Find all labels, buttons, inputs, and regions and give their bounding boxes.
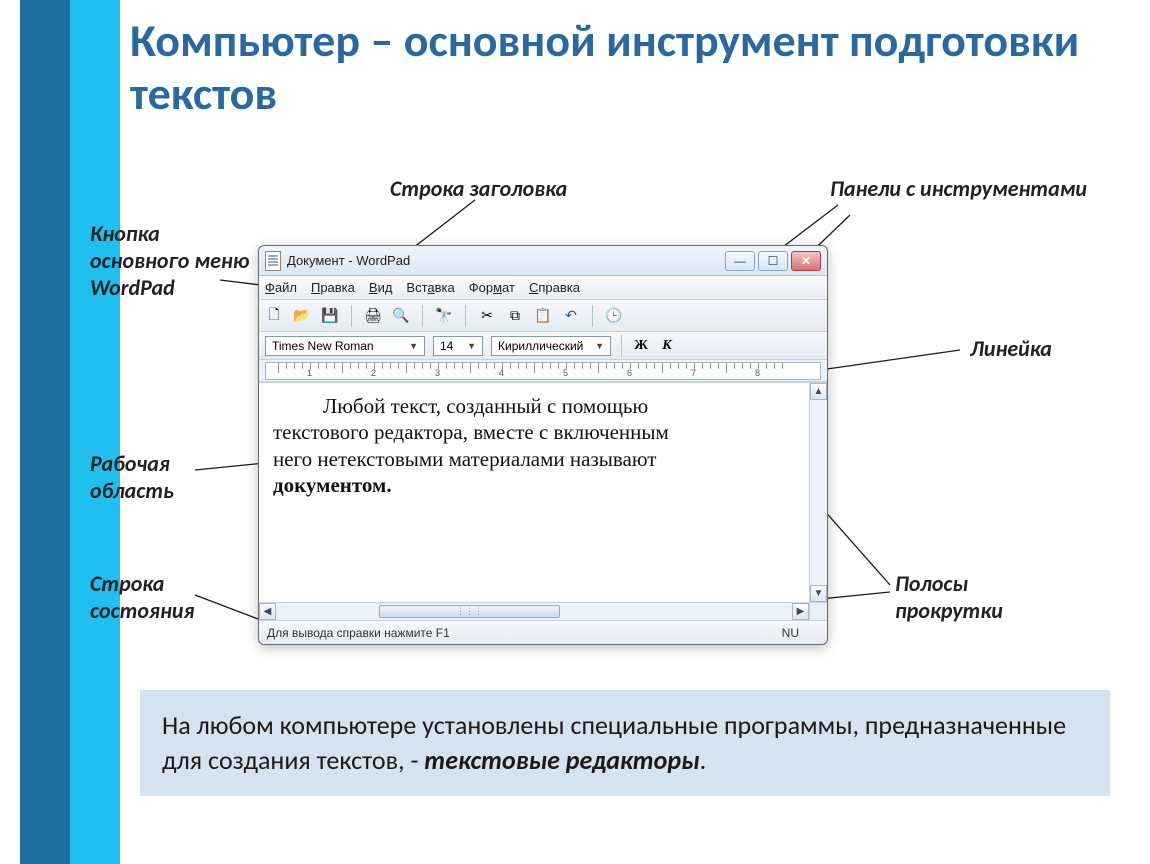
menu-format[interactable]: Формат [469, 280, 515, 295]
standard-toolbar: 🗋 📂 💾 🖨 🔍 🔭 ✂ ⧉ 📋 ↶ 🕒 [259, 300, 827, 332]
scroll-corner [809, 603, 827, 620]
bold-button[interactable]: Ж [632, 337, 650, 355]
new-file-icon[interactable]: 🗋 [265, 307, 283, 325]
script-select[interactable]: Кириллический ▼ [491, 336, 611, 356]
ruler-number: 7 [691, 368, 696, 378]
ruler[interactable]: 1 2 3 4 5 6 7 8 [265, 362, 821, 380]
vscroll-track[interactable] [810, 400, 827, 585]
menu-bar: Файл Правка Вид Вставка Формат Справка [259, 276, 827, 300]
menu-insert-label: вка [435, 280, 455, 295]
vertical-scrollbar[interactable]: ▲ ▼ [809, 383, 827, 602]
copy-icon[interactable]: ⧉ [506, 307, 524, 325]
chevron-down-icon: ▼ [595, 341, 604, 351]
status-bar: Для вывода справки нажмите F1 NU [259, 620, 827, 644]
menu-insert[interactable]: Вставка [406, 280, 454, 295]
menu-file-label: айл [275, 280, 297, 295]
hscroll-track[interactable]: ⋮⋮⋮ [276, 603, 792, 620]
doc-line-2: текстового редактора, вместе с включенны… [273, 420, 669, 444]
status-mode: NU [782, 626, 819, 640]
menu-file[interactable]: Файл [265, 280, 297, 295]
paste-icon[interactable]: 📋 [534, 307, 552, 325]
document-area: Любой текст, созданный с помощью текстов… [259, 382, 827, 602]
font-size-select[interactable]: 14 ▼ [433, 336, 483, 356]
ruler-number: 6 [627, 368, 632, 378]
ruler-number: 1 [307, 368, 312, 378]
callout-scrollbars: Полосы прокрутки [895, 570, 1045, 624]
chevron-down-icon: ▼ [467, 341, 476, 351]
doc-line-4: документом. [273, 473, 392, 497]
menu-edit-label: равка [320, 280, 355, 295]
callout-main-menu-button: Кнопка основного меню WordPad [90, 220, 260, 301]
ruler-number: 2 [371, 368, 376, 378]
find-icon[interactable]: 🔭 [435, 307, 453, 325]
callout-title-bar: Строка заголовка [390, 175, 567, 202]
script-value: Кириллический [498, 339, 583, 353]
horizontal-scrollbar[interactable]: ◀ ⋮⋮⋮ ▶ [259, 602, 827, 620]
window-buttons: — ☐ ✕ [725, 251, 821, 271]
document-icon [265, 251, 281, 271]
scroll-down-button[interactable]: ▼ [810, 585, 827, 602]
callout-workarea: Рабочая область [90, 450, 220, 504]
scroll-up-button[interactable]: ▲ [810, 383, 827, 400]
menu-view[interactable]: Вид [369, 280, 393, 295]
print-icon[interactable]: 🖨 [364, 307, 382, 325]
datetime-icon[interactable]: 🕒 [605, 307, 623, 325]
scroll-left-button[interactable]: ◀ [259, 603, 276, 620]
callout-status-bar: Строка состояния [90, 570, 220, 624]
menu-view-label: ид [378, 280, 393, 295]
preview-icon[interactable]: 🔍 [392, 307, 410, 325]
scroll-right-button[interactable]: ▶ [792, 603, 809, 620]
undo-icon[interactable]: ↶ [562, 307, 580, 325]
title-bar[interactable]: Документ - WordPad — ☐ ✕ [259, 246, 827, 276]
minimize-button[interactable]: — [725, 251, 755, 271]
maximize-button[interactable]: ☐ [758, 251, 788, 271]
open-icon[interactable]: 📂 [293, 307, 311, 325]
font-select[interactable]: Times New Roman ▼ [265, 336, 425, 356]
callout-ruler: Линейка [970, 335, 1052, 362]
toolbar-separator [465, 305, 466, 327]
ruler-number: 8 [755, 368, 760, 378]
window-title: Документ - WordPad [287, 253, 725, 268]
toolbar-separator [351, 305, 352, 327]
ruler-number: 5 [563, 368, 568, 378]
footer-text-post: . [700, 744, 707, 776]
document-text[interactable]: Любой текст, созданный с помощью текстов… [259, 383, 809, 602]
slide-title: Компьютер – основной инструмент подготов… [130, 15, 1130, 121]
footer-note: На любом компьютере установлены специаль… [140, 690, 1110, 796]
toolbar-separator [422, 305, 423, 327]
ruler-frame: 1 2 3 4 5 6 7 8 [259, 360, 827, 382]
font-select-value: Times New Roman [272, 339, 374, 353]
sidebar-stripe-dark [20, 0, 70, 864]
save-icon[interactable]: 💾 [321, 307, 339, 325]
menu-help[interactable]: Справка [529, 280, 580, 295]
font-size-value: 14 [440, 339, 453, 353]
doc-line-3: него нетекстовыми материалами называют [273, 447, 656, 471]
menu-edit[interactable]: Правка [311, 280, 355, 295]
sidebar-stripe-light [70, 0, 120, 864]
menu-help-label: правка [538, 280, 580, 295]
italic-button[interactable]: К [658, 337, 676, 355]
wordpad-window: Документ - WordPad — ☐ ✕ Файл Правка Вид… [258, 245, 828, 645]
cut-icon[interactable]: ✂ [478, 307, 496, 325]
footer-emphasis: текстовые редакторы [424, 744, 699, 776]
toolbar-separator [592, 305, 593, 327]
format-toolbar: Times New Roman ▼ 14 ▼ Кириллический ▼ Ж… [259, 332, 827, 360]
callout-tool-panels: Панели с инструментами [830, 175, 1130, 202]
ruler-number: 4 [499, 368, 504, 378]
chevron-down-icon: ▼ [409, 341, 418, 351]
toolbar-separator [621, 335, 622, 357]
menu-format-label: ат [502, 280, 515, 295]
close-button[interactable]: ✕ [791, 251, 821, 271]
hscroll-thumb[interactable]: ⋮⋮⋮ [379, 605, 560, 618]
doc-line-1: Любой текст, созданный с помощью [323, 394, 648, 418]
status-help-text: Для вывода справки нажмите F1 [267, 626, 450, 640]
ruler-number: 3 [435, 368, 440, 378]
